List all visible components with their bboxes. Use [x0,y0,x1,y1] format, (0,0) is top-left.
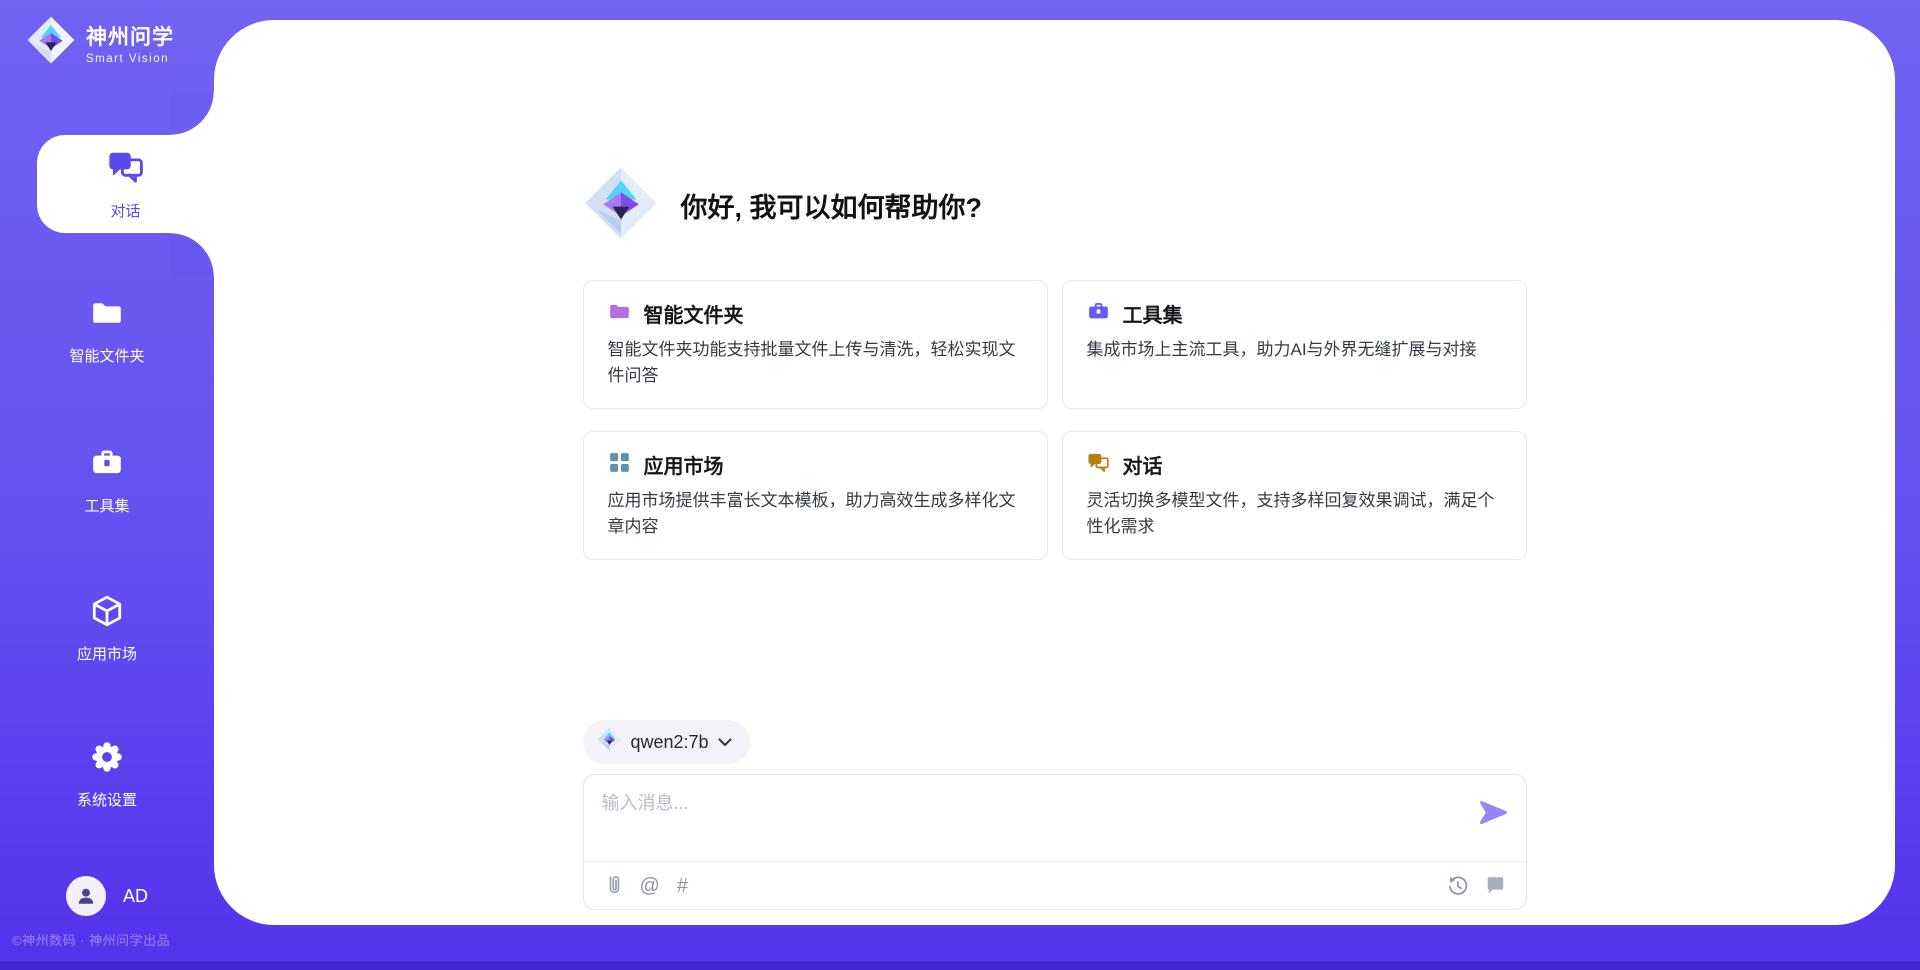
cube-icon [90,594,124,633]
sidebar-item-settings[interactable]: 系统设置 [0,740,214,810]
card-description: 灵活切换多模型文件，支持多样回复效果调试，满足个性化需求 [1087,488,1502,539]
feedback-bubble-icon[interactable] [1484,875,1506,897]
card-title: 工具集 [1123,299,1183,328]
diamond-logo-icon [26,15,76,70]
avatar [66,876,106,916]
person-icon [75,885,97,907]
card-description: 应用市场提供丰富长文本模板，助力高效生成多样化文章内容 [608,488,1023,539]
sidebar: 神州问学 Smart Vision 对话 智能文件夹 工具集 应用市场 系统设置 [0,0,214,970]
user-account[interactable]: AD [0,876,214,916]
model-name: qwen2:7b [631,732,709,753]
sidebar-item-label: 智能文件夹 [69,345,144,366]
sidebar-item-label: 工具集 [84,495,129,516]
card-title: 智能文件夹 [644,299,744,328]
toolbox-icon [1087,300,1110,328]
sidebar-item-app-market[interactable]: 应用市场 [0,594,214,664]
sidebar-item-smart-folder[interactable]: 智能文件夹 [0,296,214,366]
folder-icon [608,300,631,328]
main-content-panel: 你好, 我可以如何帮助你? 智能文件夹 智能文件夹功能支持批量文件上传与清洗，轻… [214,20,1895,925]
message-input[interactable] [602,789,1462,855]
copyright-footer: ©神州数码 · 神州问学出品 [12,930,170,949]
at-icon[interactable]: @ [640,876,660,896]
chat-bubbles-icon [1087,451,1110,479]
folder-icon [90,296,124,335]
model-selector[interactable]: qwen2:7b [583,720,750,764]
sidebar-item-label: 应用市场 [77,643,137,664]
card-description: 智能文件夹功能支持批量文件上传与清洗，轻松实现文件问答 [608,337,1023,388]
sidebar-item-label: 系统设置 [77,789,137,810]
sidebar-item-label: 对话 [110,200,140,221]
card-description: 集成市场上主流工具，助力AI与外界无缝扩展与对接 [1087,337,1502,363]
card-title: 应用市场 [644,450,724,479]
user-initials: AD [123,886,148,907]
composer-toolbar: @ # [584,862,1526,909]
greeting-header: 你好, 我可以如何帮助你? [583,165,1527,246]
greeting-title: 你好, 我可以如何帮助你? [681,186,983,225]
app-title: 神州问学 [86,21,174,51]
app-logo: 神州问学 Smart Vision [26,15,174,70]
card-smart-folder[interactable]: 智能文件夹 智能文件夹功能支持批量文件上传与清洗，轻松实现文件问答 [583,280,1048,409]
chat-bubbles-icon [107,148,145,191]
card-toolset[interactable]: 工具集 集成市场上主流工具，助力AI与外界无缝扩展与对接 [1062,280,1527,409]
card-chat[interactable]: 对话 灵活切换多模型文件，支持多样回复效果调试，满足个性化需求 [1062,431,1527,560]
sidebar-item-chat[interactable]: 对话 [37,135,214,233]
history-icon[interactable] [1447,875,1469,897]
apps-grid-icon [608,451,631,479]
chevron-down-icon [718,738,732,747]
feature-cards: 智能文件夹 智能文件夹功能支持批量文件上传与清洗，轻松实现文件问答 工具集 集成… [583,280,1527,560]
toolbox-icon [90,446,124,485]
message-composer: @ # [583,774,1527,910]
card-title: 对话 [1123,450,1163,479]
send-button[interactable] [1479,799,1508,829]
diamond-logo-icon [583,165,659,246]
card-app-market[interactable]: 应用市场 应用市场提供丰富长文本模板，助力高效生成多样化文章内容 [583,431,1048,560]
tab-fillet-bottom [170,233,214,277]
hash-icon[interactable]: # [677,876,688,896]
tab-fillet-top [170,91,214,135]
send-icon [1479,799,1508,826]
diamond-logo-icon [597,727,622,757]
gear-icon [90,740,124,779]
sidebar-item-toolset[interactable]: 工具集 [0,446,214,516]
window-bottom-edge [0,961,1920,970]
paperclip-icon[interactable] [604,874,623,897]
app-subtitle: Smart Vision [86,53,174,65]
